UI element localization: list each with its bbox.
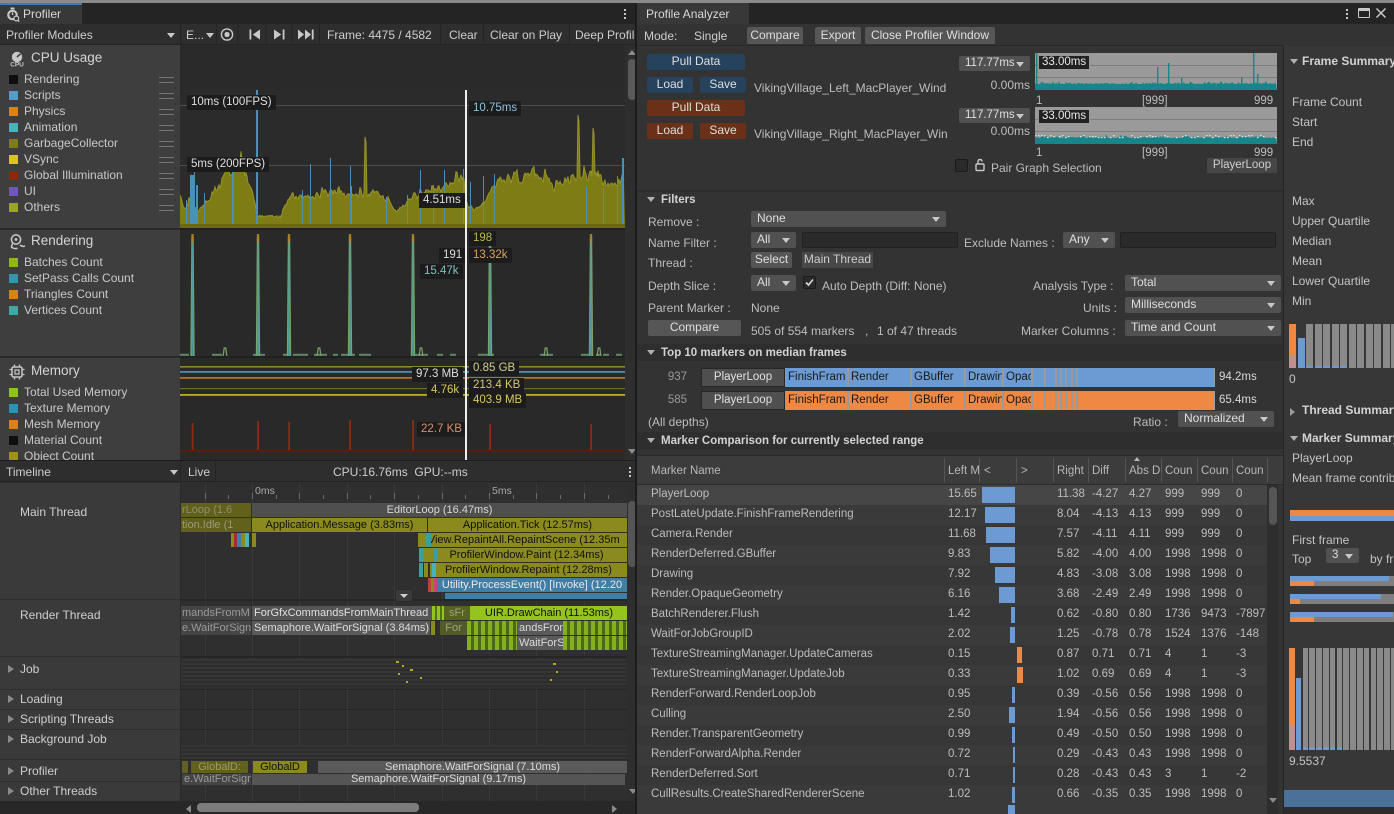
svg-text:CPU: CPU [10, 62, 24, 69]
